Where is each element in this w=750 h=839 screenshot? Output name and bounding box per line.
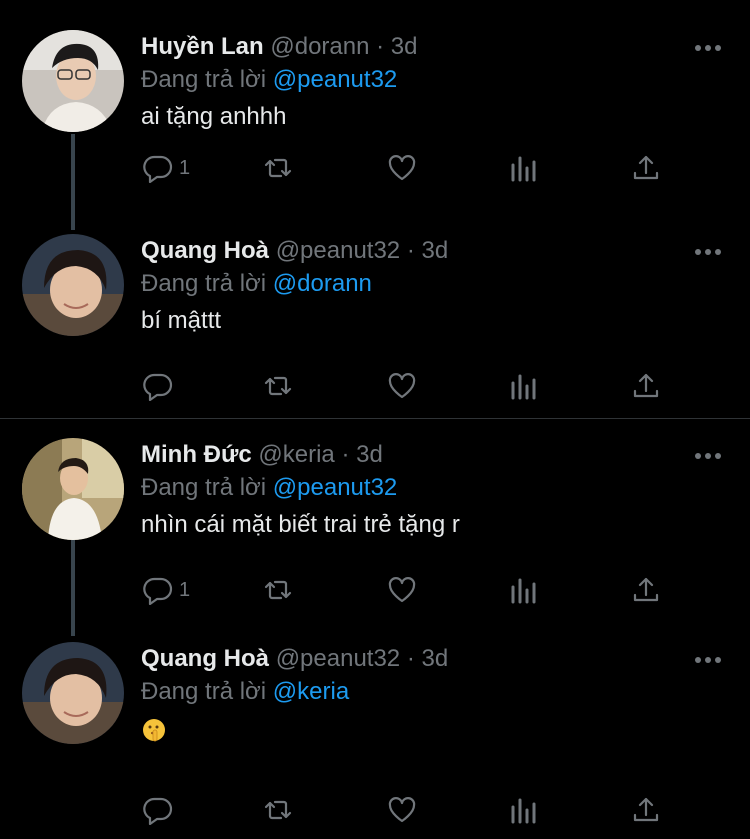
avatar[interactable]	[22, 30, 124, 132]
share-button[interactable]	[631, 570, 661, 610]
tweet-header: Minh Đức @keria · 3d	[141, 438, 383, 472]
reply-icon	[143, 373, 173, 401]
like-button[interactable]	[387, 570, 417, 610]
more-icon[interactable]	[694, 44, 722, 52]
tweet-text: ai tặng anhhh	[141, 103, 287, 130]
like-icon	[388, 373, 416, 399]
handle[interactable]: @dorann	[270, 33, 369, 60]
timestamp[interactable]: · 3d	[376, 33, 417, 60]
replying-to: Đang trả lời @peanut32	[141, 63, 397, 97]
display-name[interactable]: Minh Đức	[141, 441, 252, 468]
reply-count: 1	[179, 156, 191, 179]
analytics-button[interactable]	[509, 366, 539, 406]
share-icon	[633, 797, 659, 822]
retweet-button[interactable]	[263, 790, 293, 830]
handle[interactable]: @peanut32	[276, 237, 400, 264]
replying-to: Đang trả lời @dorann	[141, 267, 372, 301]
reply-count: 1	[179, 578, 191, 601]
reply-button[interactable]: 1	[143, 570, 190, 610]
reply-icon	[143, 797, 173, 825]
reply-button[interactable]	[143, 790, 179, 830]
mention-link[interactable]: @peanut32	[273, 474, 397, 501]
like-button[interactable]	[387, 790, 417, 830]
replying-to-label: Đang trả lời	[141, 66, 267, 93]
reply-icon	[143, 155, 173, 183]
replying-to-label: Đang trả lời	[141, 270, 267, 297]
handle[interactable]: @keria	[258, 441, 334, 468]
tweet[interactable]: Minh Đức @keria · 3d Đang trả lời @peanu…	[0, 438, 750, 628]
tweet-actions	[141, 366, 681, 406]
mention-link[interactable]: @keria	[273, 678, 349, 705]
share-button[interactable]	[631, 148, 661, 188]
more-icon[interactable]	[694, 656, 722, 664]
retweet-button[interactable]	[263, 366, 293, 406]
retweet-icon	[264, 800, 292, 820]
retweet-button[interactable]	[263, 148, 293, 188]
analytics-button[interactable]	[509, 570, 539, 610]
analytics-icon	[511, 374, 536, 400]
like-button[interactable]	[387, 366, 417, 406]
tweet-actions: 1	[141, 148, 681, 188]
avatar[interactable]	[22, 234, 124, 336]
share-button[interactable]	[631, 366, 661, 406]
reply-icon	[143, 577, 173, 605]
more-icon[interactable]	[694, 248, 722, 256]
divider	[0, 418, 750, 419]
tweet-actions: 1	[141, 570, 681, 610]
like-button[interactable]	[387, 148, 417, 188]
tweet[interactable]: Quang Hoà @peanut32 · 3d Đang trả lời @k…	[0, 642, 750, 832]
handle[interactable]: @peanut32	[276, 645, 400, 672]
share-icon	[633, 155, 659, 180]
display-name[interactable]: Quang Hoà	[141, 237, 269, 264]
like-icon	[388, 155, 416, 181]
timestamp[interactable]: · 3d	[407, 645, 448, 672]
display-name[interactable]: Huyền Lan	[141, 33, 264, 60]
timestamp[interactable]: · 3d	[341, 441, 382, 468]
tweet[interactable]: Quang Hoà @peanut32 · 3d Đang trả lời @d…	[0, 234, 750, 424]
tweet-header: Huyền Lan @dorann · 3d	[141, 30, 417, 64]
retweet-icon	[264, 158, 292, 178]
tweet[interactable]: Huyền Lan @dorann · 3d Đang trả lời @pea…	[0, 30, 750, 220]
tweet-text	[141, 712, 167, 746]
timestamp[interactable]: · 3d	[407, 237, 448, 264]
share-icon	[633, 577, 659, 602]
analytics-icon	[511, 156, 536, 182]
mention-link[interactable]: @peanut32	[273, 66, 397, 93]
mention-link[interactable]: @dorann	[273, 270, 372, 297]
replying-to-label: Đang trả lời	[141, 474, 267, 501]
reply-button[interactable]: 1	[143, 148, 190, 188]
replying-to: Đang trả lời @keria	[141, 675, 349, 709]
tweet-actions	[141, 790, 681, 830]
retweet-button[interactable]	[263, 570, 293, 610]
retweet-icon	[264, 376, 292, 396]
like-icon	[388, 577, 416, 603]
analytics-icon	[511, 798, 536, 824]
tweet-header: Quang Hoà @peanut32 · 3d	[141, 234, 448, 268]
reply-button[interactable]	[143, 366, 179, 406]
tweet-text: nhìn cái mặt biết trai trẻ tặng r	[141, 511, 460, 538]
analytics-button[interactable]	[509, 148, 539, 188]
analytics-button[interactable]	[509, 790, 539, 830]
tweet-text: bí mậttt	[141, 307, 222, 334]
analytics-icon	[511, 578, 536, 604]
share-button[interactable]	[631, 790, 661, 830]
more-icon[interactable]	[694, 452, 722, 460]
retweet-icon	[264, 580, 292, 600]
avatar[interactable]	[22, 642, 124, 744]
avatar[interactable]	[22, 438, 124, 540]
like-icon	[388, 797, 416, 823]
replying-to-label: Đang trả lời	[141, 678, 267, 705]
tweet-header: Quang Hoà @peanut32 · 3d	[141, 642, 448, 676]
replying-to: Đang trả lời @peanut32	[141, 471, 397, 505]
share-icon	[633, 373, 659, 398]
shushing-face-emoji	[143, 718, 165, 742]
display-name[interactable]: Quang Hoà	[141, 645, 269, 672]
